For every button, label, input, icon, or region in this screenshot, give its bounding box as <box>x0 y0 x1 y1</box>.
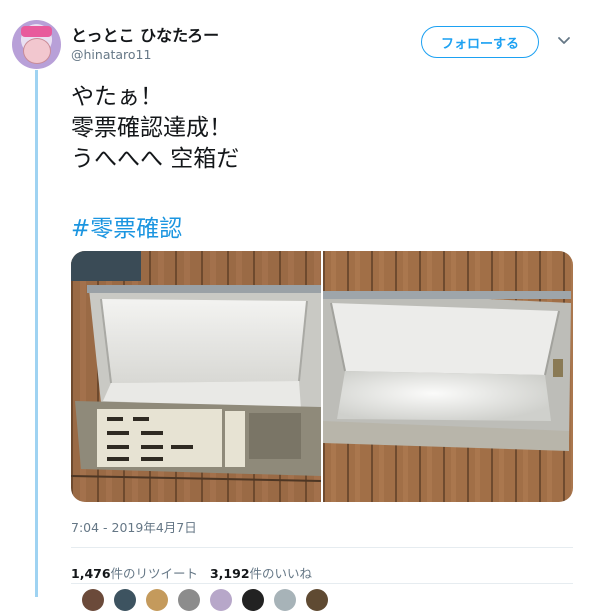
photo-right[interactable] <box>323 251 573 502</box>
user-handle[interactable]: @hinataro11 <box>71 47 151 62</box>
chevron-down-icon[interactable] <box>557 34 571 48</box>
ballot-box-photo-open <box>71 251 321 502</box>
divider <box>71 547 573 548</box>
liker-avatar[interactable] <box>114 589 136 611</box>
divider <box>71 583 573 584</box>
tweet-text: やたぁ！ 零票確認達成！ うへへへ 空箱だ <box>71 82 239 175</box>
hashtag-link[interactable]: #零票確認 <box>71 209 182 243</box>
liker-avatar[interactable] <box>242 589 264 611</box>
liker-avatar[interactable] <box>178 589 200 611</box>
liker-avatar[interactable] <box>274 589 296 611</box>
retweet-label: 件のリツイート <box>110 566 199 581</box>
display-name[interactable]: とっとこ ひなたろー <box>71 22 219 46</box>
tweet-stats: 1,476件のリツイート 3,192件のいいね <box>71 563 312 582</box>
liker-avatar[interactable] <box>306 589 328 611</box>
tweet-line: 零票確認達成！ <box>71 115 232 141</box>
ballot-box-photo-side <box>323 251 573 502</box>
photo-left[interactable] <box>71 251 321 502</box>
follow-button[interactable]: フォローする <box>421 26 539 58</box>
tweet-line: やたぁ！ <box>71 84 163 110</box>
thread-line <box>35 70 38 597</box>
like-count[interactable]: 3,192 <box>210 566 250 581</box>
liker-avatar[interactable] <box>210 589 232 611</box>
avatar-badge <box>21 26 52 37</box>
avatar[interactable] <box>12 20 61 69</box>
retweet-count[interactable]: 1,476 <box>71 566 111 581</box>
photo-grid <box>71 251 573 502</box>
tweet-line: うへへへ 空箱だ <box>71 146 240 172</box>
like-label: 件のいいね <box>249 566 313 581</box>
avatar-character <box>23 38 51 64</box>
liker-avatar[interactable] <box>146 589 168 611</box>
tweet-timestamp[interactable]: 7:04 - 2019年4月7日 <box>71 517 197 536</box>
liker-avatar[interactable] <box>82 589 104 611</box>
